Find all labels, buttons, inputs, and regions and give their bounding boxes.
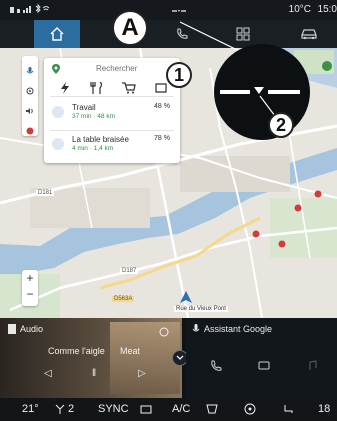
callout-2: 2 (268, 112, 294, 138)
defrost-icon[interactable] (140, 404, 152, 414)
track-title: Comme l'aigle (48, 346, 105, 356)
clock: 15:0 (317, 4, 337, 15)
search-placeholder: Rechercher (96, 64, 138, 73)
destination-name: Travail (72, 103, 96, 112)
zoom-control: + − (22, 270, 38, 306)
phone-icon[interactable] (210, 360, 222, 372)
destination-name: La table braisée (72, 135, 129, 144)
microphone-icon[interactable] (26, 62, 34, 74)
volume-icon[interactable] (26, 102, 34, 114)
audio-settings-icon[interactable] (158, 326, 170, 338)
charging-icon[interactable] (58, 82, 72, 94)
rear-defrost-icon[interactable] (206, 404, 218, 414)
restaurant-icon[interactable] (90, 82, 104, 94)
microphone-icon (192, 324, 200, 332)
next-track-button[interactable]: ▷ (138, 368, 146, 379)
audio-source-icon (8, 324, 16, 334)
fan-icon[interactable] (54, 404, 66, 414)
ac-button[interactable]: A/C (172, 403, 190, 415)
current-street-label: Rue du Vieux Pont (174, 306, 228, 312)
google-maps-pin-icon (52, 64, 60, 74)
callout-a: A (112, 10, 148, 46)
destination-eta: 37 min · 48 km (72, 113, 115, 120)
message-icon[interactable] (258, 360, 270, 372)
zoom-out-button[interactable]: − (22, 286, 38, 302)
callout-1: 1 (166, 62, 192, 88)
status-icons (10, 3, 50, 16)
pause-button[interactable]: ‖ (92, 368, 96, 379)
previous-track-button[interactable]: ◁ (44, 368, 52, 379)
chevron-down-icon (176, 355, 184, 360)
home-icon (50, 27, 64, 41)
road-label-d187: D187 (120, 268, 139, 274)
audio-widget[interactable]: Audio Comme l'aigle Meat ◁ ‖ ▷ (0, 318, 182, 398)
infotainment-screen: 10°C 15:0 A D187 D563A D181 Rue du Vieux… (0, 0, 337, 421)
track-artist: Meat (120, 346, 141, 356)
zoom-in-button[interactable]: + (22, 270, 38, 286)
steering-wheel-heat-icon[interactable] (244, 403, 256, 415)
music-note-icon[interactable] (306, 360, 318, 372)
alert-icon[interactable] (26, 122, 34, 135)
map-control-column (22, 56, 38, 136)
tab-home[interactable] (34, 20, 80, 48)
status-bar: 10°C 15:0 (0, 0, 337, 20)
settings-icon[interactable] (26, 82, 34, 95)
road-label-d181: D181 (36, 190, 55, 196)
clock-icon (52, 138, 64, 150)
fan-level: 2 (68, 403, 75, 415)
widget-area: Audio Comme l'aigle Meat ◁ ‖ ▷ Assistant… (0, 318, 337, 398)
shopping-cart-icon[interactable] (122, 82, 136, 94)
driver-temperature[interactable]: 21° (22, 403, 39, 415)
passenger-temperature[interactable]: 18 (318, 403, 330, 415)
sync-button[interactable]: SYNC (98, 403, 129, 415)
assistant-label: Assistant Google (204, 324, 273, 334)
road-label-d563a: D563A (112, 296, 135, 302)
assistant-widget[interactable]: Assistant Google (186, 318, 337, 398)
signal-icons (10, 3, 50, 14)
notification-handle-icon[interactable] (172, 9, 186, 15)
seat-heat-icon[interactable] (282, 404, 294, 414)
audio-title: Audio (20, 324, 44, 334)
climate-bar: 21° 2 SYNC A/C 18 (0, 398, 337, 421)
outside-temperature: 10°C (288, 4, 311, 15)
briefcase-icon (52, 106, 64, 118)
destination-eta: 4 min · 1,4 km (72, 145, 114, 152)
